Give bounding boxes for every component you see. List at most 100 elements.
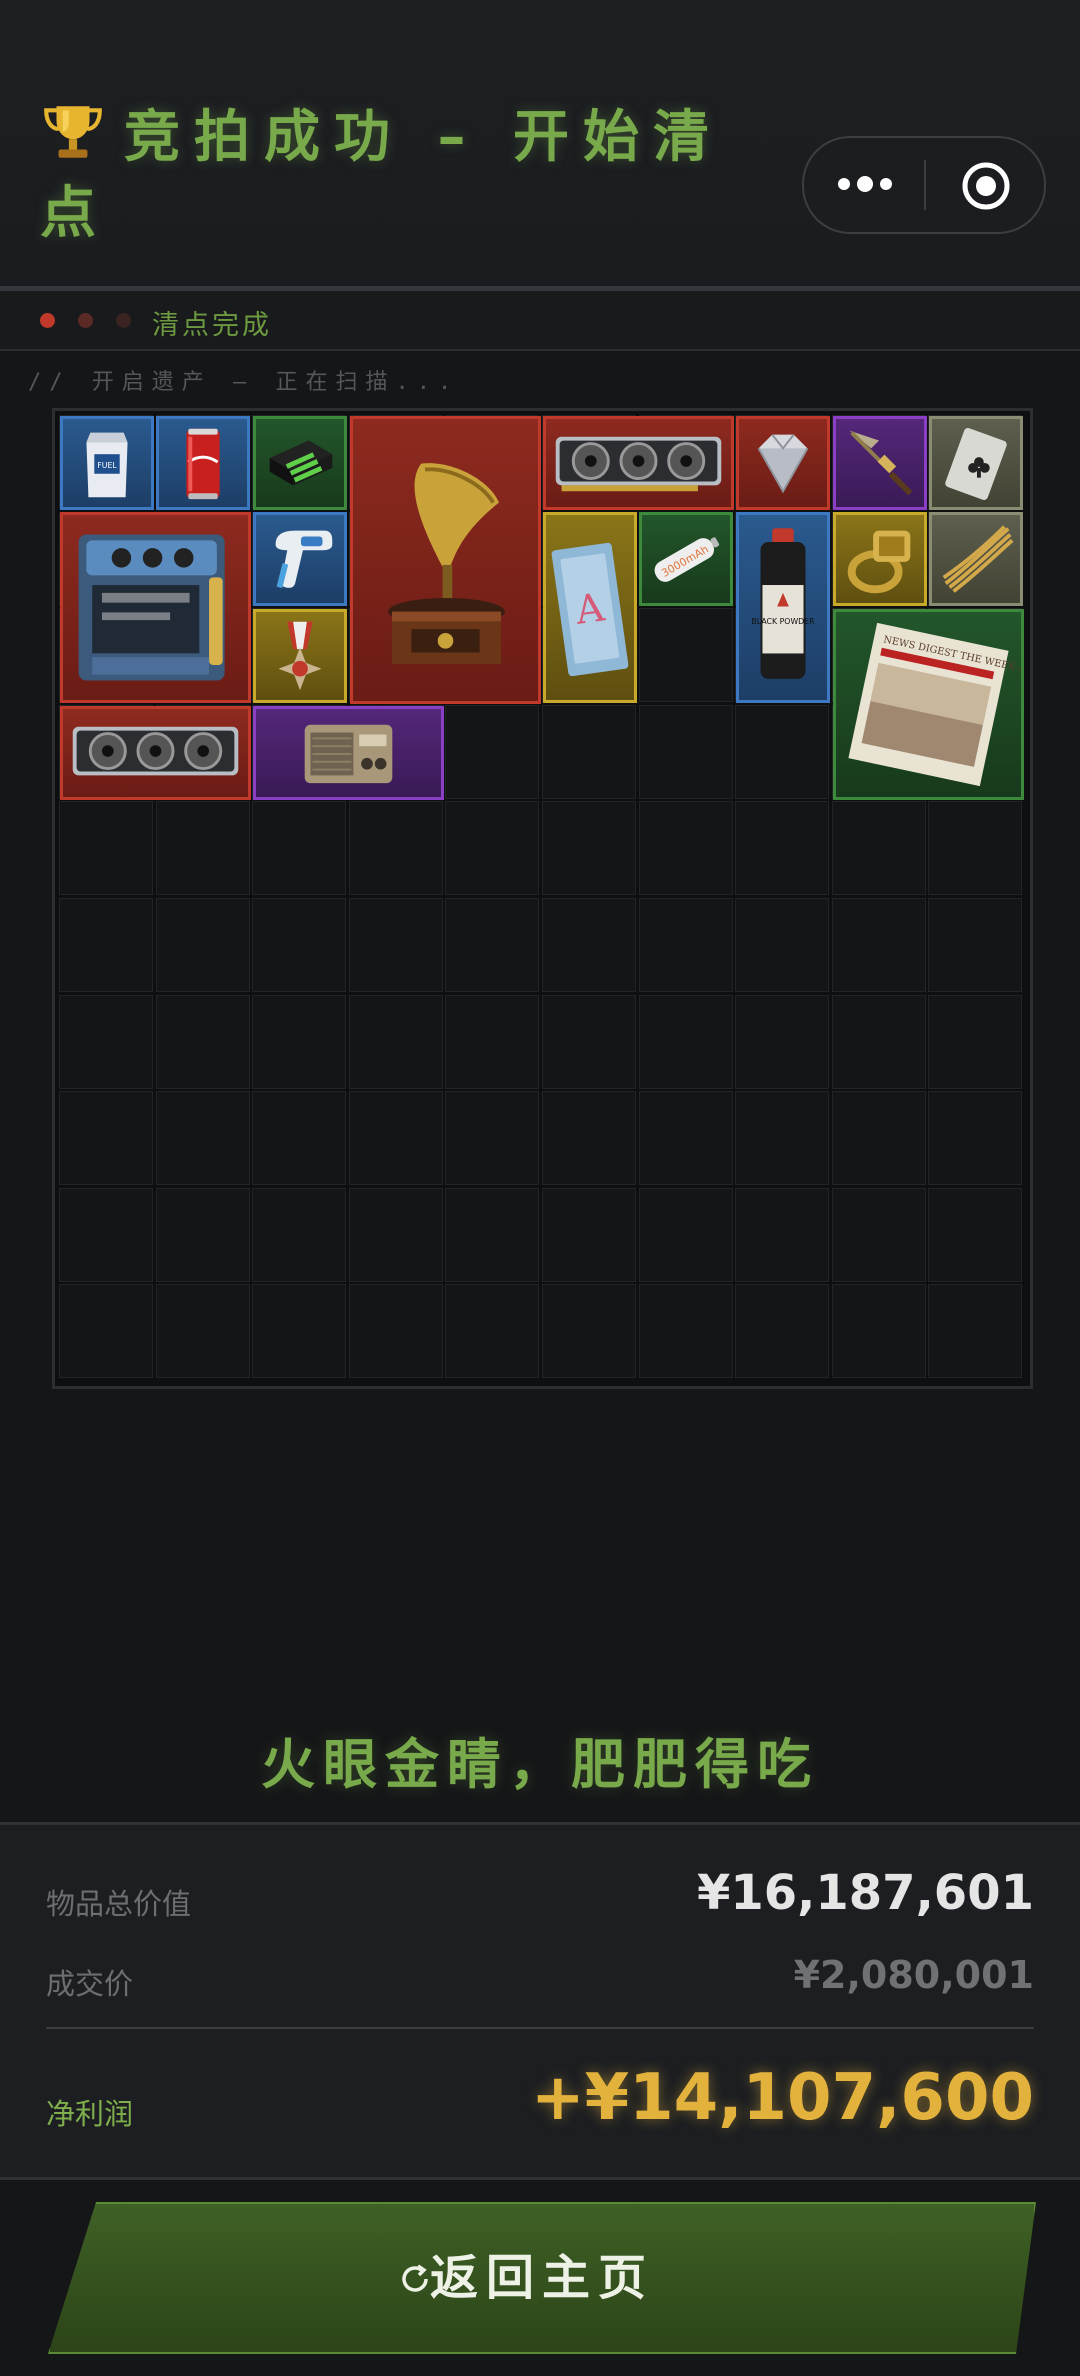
playing-card-item[interactable] — [929, 416, 1023, 510]
inventory-slot[interactable] — [252, 898, 346, 992]
inventory-slot[interactable] — [832, 995, 926, 1089]
capsule-divider — [924, 160, 926, 210]
inventory-slot[interactable] — [59, 1188, 153, 1282]
inventory-slot[interactable] — [928, 995, 1022, 1089]
gramophone-item[interactable] — [350, 416, 541, 704]
total-value: ¥16,187,601 — [696, 1865, 1034, 1921]
inventory-slot[interactable] — [928, 1188, 1022, 1282]
gunpowder-bottle-item[interactable]: BLACK POWDER — [736, 512, 830, 703]
graphics-card-item[interactable] — [543, 416, 734, 510]
inventory-slot[interactable] — [735, 705, 829, 799]
inventory-slot[interactable] — [542, 705, 636, 799]
inventory-slot[interactable] — [349, 801, 443, 895]
cola-can-item[interactable] — [156, 416, 250, 510]
graphics-card-item-2[interactable] — [60, 706, 251, 800]
inventory-slot[interactable] — [445, 1188, 539, 1282]
inventory-slot[interactable] — [59, 1284, 153, 1378]
inventory-slot[interactable] — [735, 995, 829, 1089]
inventory-slot[interactable] — [349, 898, 443, 992]
page-title-continued: 点 — [40, 181, 110, 246]
inventory-slot[interactable] — [832, 801, 926, 895]
total-value-label: 物品总价值 — [46, 1887, 192, 1921]
status-led-2 — [78, 313, 93, 328]
inventory-slot[interactable] — [59, 995, 153, 1089]
inventory-slot[interactable] — [735, 801, 829, 895]
inventory-slot[interactable] — [349, 995, 443, 1089]
battery-pack-item[interactable] — [253, 416, 347, 510]
inventory-slot[interactable] — [639, 801, 733, 895]
inventory-slot[interactable] — [349, 1188, 443, 1282]
inventory-slot[interactable] — [735, 1188, 829, 1282]
inventory-slot[interactable] — [349, 1284, 443, 1378]
inventory-slot[interactable] — [156, 1091, 250, 1185]
inventory-slot[interactable] — [445, 1091, 539, 1185]
inventory-slot[interactable] — [928, 1284, 1022, 1378]
inventory-slot[interactable] — [445, 898, 539, 992]
inventory-slot[interactable] — [59, 898, 153, 992]
inventory-slot[interactable] — [542, 1091, 636, 1185]
inventory-slot[interactable] — [445, 1284, 539, 1378]
inventory-slot[interactable] — [156, 995, 250, 1089]
page-title: 竞拍成功 – 开始清 — [124, 105, 723, 170]
target-icon[interactable] — [960, 160, 1012, 212]
book-item[interactable]: A — [543, 512, 637, 703]
inventory-slot[interactable] — [639, 608, 733, 702]
status-bar: 清点完成 — [0, 291, 1080, 351]
inventory-slot[interactable] — [639, 1188, 733, 1282]
inventory-slot[interactable] — [156, 1284, 250, 1378]
inventory-slot[interactable] — [928, 1091, 1022, 1185]
inventory-slot[interactable] — [639, 705, 733, 799]
inventory-slot[interactable] — [542, 801, 636, 895]
inventory-slot[interactable] — [542, 1284, 636, 1378]
inventory-slot[interactable] — [639, 1284, 733, 1378]
inventory-slot[interactable] — [252, 1284, 346, 1378]
inventory-slot[interactable] — [445, 801, 539, 895]
inventory-slot[interactable] — [445, 705, 539, 799]
more-icon[interactable] — [836, 172, 894, 196]
inventory-panel: FUEL A 3000mAh BLACK POWDER NEWS DIGEST … — [52, 408, 1033, 1389]
summary-panel: 物品总价值 ¥16,187,601 成交价 ¥2,080,001 净利润 +¥1… — [0, 1822, 1080, 2180]
return-home-button[interactable]: 返回主页 — [48, 2202, 1036, 2354]
rope-item[interactable] — [929, 512, 1023, 606]
radio-item[interactable] — [253, 706, 444, 800]
inventory-slot[interactable] — [252, 995, 346, 1089]
newspaper-item[interactable]: NEWS DIGEST THE WEEK AHEAD — [833, 609, 1024, 800]
coffee-bag-item[interactable]: FUEL — [60, 416, 154, 510]
inventory-slot[interactable] — [928, 801, 1022, 895]
inventory-slot[interactable] — [735, 1091, 829, 1185]
inventory-slot[interactable] — [542, 995, 636, 1089]
inventory-slot[interactable] — [542, 1188, 636, 1282]
inventory-slot[interactable] — [832, 1188, 926, 1282]
inventory-slot[interactable] — [252, 801, 346, 895]
summary-divider — [46, 2027, 1034, 2029]
inventory-slot[interactable] — [252, 1091, 346, 1185]
inventory-slot[interactable] — [639, 898, 733, 992]
inventory-slot[interactable] — [639, 1091, 733, 1185]
inventory-slot[interactable] — [59, 801, 153, 895]
medal-item[interactable] — [253, 609, 347, 703]
status-led-3 — [116, 313, 131, 328]
inventory-slot[interactable] — [156, 898, 250, 992]
inventory-slot[interactable] — [735, 1284, 829, 1378]
diamond-item[interactable] — [736, 416, 830, 510]
status-led-1 — [40, 313, 55, 328]
inventory-slot[interactable] — [59, 1091, 153, 1185]
gold-ring-item[interactable] — [833, 512, 927, 606]
inventory-slot[interactable] — [445, 995, 539, 1089]
inventory-slot[interactable] — [832, 1284, 926, 1378]
computer-tower-item[interactable] — [60, 512, 251, 703]
inventory-slot[interactable] — [252, 1188, 346, 1282]
dagger-item[interactable] — [833, 416, 927, 510]
inventory-slot[interactable] — [349, 1091, 443, 1185]
battery-item[interactable]: 3000mAh — [639, 512, 733, 606]
inventory-slot[interactable] — [156, 801, 250, 895]
inventory-slot[interactable] — [832, 1091, 926, 1185]
inventory-slot[interactable] — [735, 898, 829, 992]
inventory-slot[interactable] — [928, 898, 1022, 992]
inventory-slot[interactable] — [156, 1188, 250, 1282]
inventory-slot[interactable] — [639, 995, 733, 1089]
thermometer-item[interactable] — [253, 512, 347, 606]
inventory-slot[interactable] — [832, 898, 926, 992]
mini-program-capsule — [802, 136, 1046, 234]
inventory-slot[interactable] — [542, 898, 636, 992]
